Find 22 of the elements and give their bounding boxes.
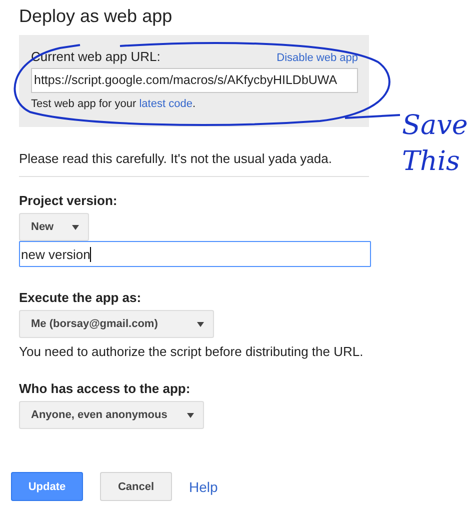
notice-text: Please read this carefully. It's not the usual yada yada.: [19, 151, 332, 166]
test-note: Test web app for your latest code.: [31, 98, 196, 110]
version-select[interactable]: New: [19, 213, 89, 241]
caret-icon: [187, 412, 194, 418]
cancel-button[interactable]: Cancel: [100, 472, 172, 501]
section-heading: Execute the app as:: [19, 290, 142, 305]
caret-icon: [72, 224, 79, 230]
url-field[interactable]: https://script.google.com/macros/s/AKfycbyHILDbUWA: [31, 68, 358, 93]
section-heading: Who has access to the app:: [19, 381, 192, 396]
disable-link[interactable]: Disable web app: [276, 52, 358, 64]
text-cursor: [90, 246, 92, 262]
version-input[interactable]: new version: [19, 241, 371, 267]
help-link[interactable]: Help: [189, 478, 218, 494]
hint-text: You need to authorize the script before distributing the URL.: [19, 344, 364, 359]
handwritten-note: Save: [402, 109, 468, 143]
dialog-title: Deploy as web app: [19, 6, 174, 28]
section-heading: Project version:: [19, 193, 118, 208]
execute-select[interactable]: Me (borsay@gmail.com): [19, 310, 214, 338]
access-select[interactable]: Anyone, even anonymous: [19, 401, 204, 429]
caret-icon: [197, 322, 204, 326]
handwritten-note: This: [402, 145, 461, 179]
latest-code-link[interactable]: latest code: [139, 98, 192, 110]
